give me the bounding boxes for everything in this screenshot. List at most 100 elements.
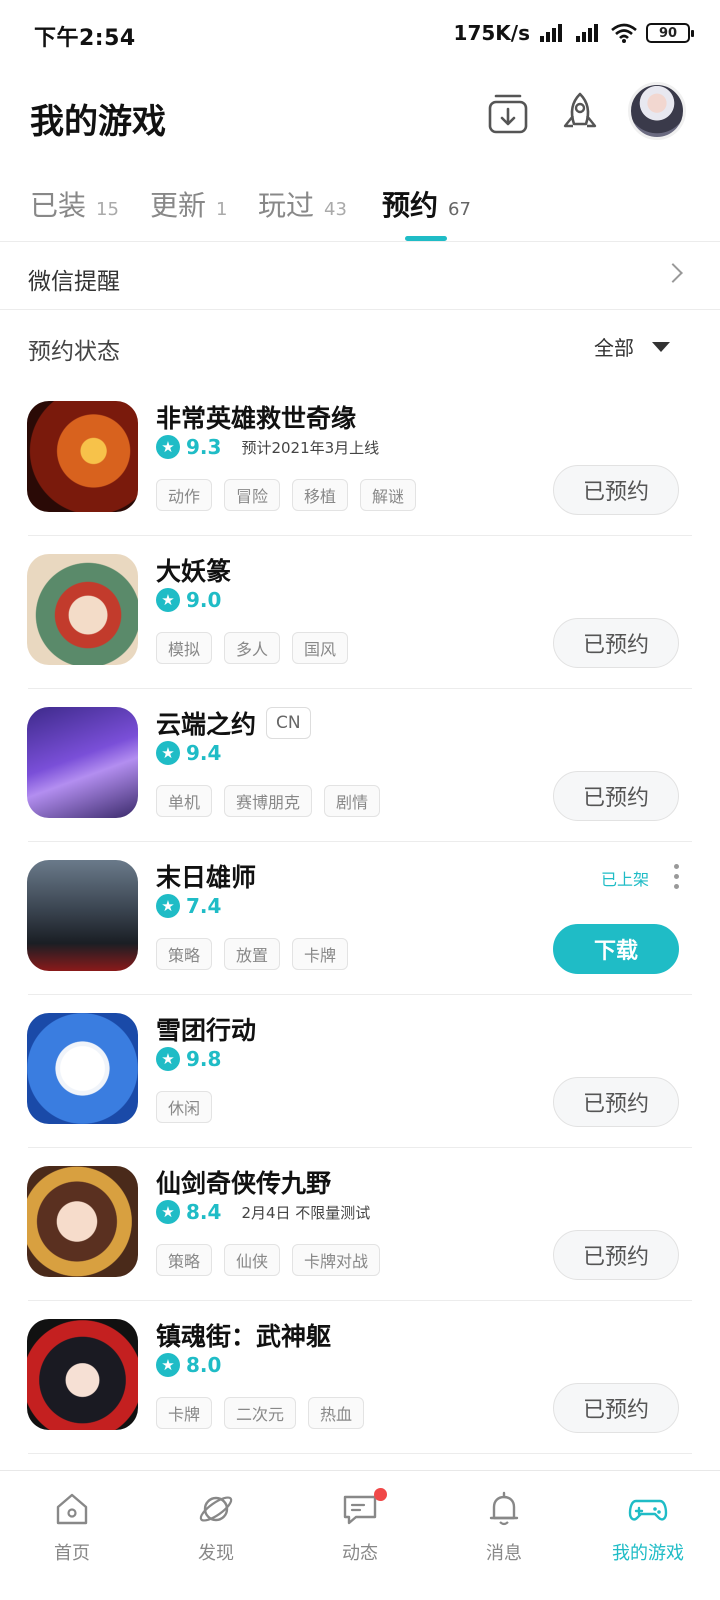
game-name: 云端之约 [156, 710, 257, 739]
list-item[interactable]: 非常英雄救世奇缘 ★ 9.3 预计2021年3月上线 动作 冒险 移植 解谜 已… [0, 383, 720, 536]
star-icon: ★ [156, 741, 180, 765]
tab-updates[interactable]: 更新 1 [150, 184, 227, 224]
tag[interactable]: 赛博朋克 [224, 785, 313, 817]
tag[interactable]: 休闲 [156, 1091, 213, 1123]
rocket-icon[interactable] [556, 90, 604, 138]
nav-item-home[interactable]: 首页 [0, 1471, 144, 1600]
nav-item-feed[interactable]: 动态 [288, 1471, 432, 1600]
score: 9.3 [186, 435, 222, 459]
status-time: 下午2:54 [34, 26, 136, 51]
reservation-status-row: 预约状态 全部 [0, 312, 720, 382]
nav-label: 发现 [198, 1543, 234, 1564]
tag-list: 卡牌 二次元 热血 [156, 1397, 365, 1429]
tab-played[interactable]: 玩过 43 [258, 184, 347, 224]
star-icon: ★ [156, 435, 180, 459]
signal-icon [540, 24, 562, 42]
tab-label: 玩过 [258, 189, 315, 222]
score: 8.0 [186, 1353, 222, 1377]
status-indicators: 175K/s 90 [453, 18, 694, 48]
reserved-button[interactable]: 已预约 [553, 771, 679, 821]
tag[interactable]: 多人 [224, 632, 281, 664]
list-item[interactable]: 大妖篆 ★ 9.0 模拟 多人 国风 已预约 [0, 536, 720, 689]
wechat-reminder-label: 微信提醒 [28, 269, 120, 295]
tag-list: 模拟 多人 国风 [156, 632, 349, 664]
score: 7.4 [186, 894, 222, 918]
tag[interactable]: 策略 [156, 938, 213, 970]
tag[interactable]: 国风 [292, 632, 349, 664]
game-icon [27, 1319, 138, 1430]
list-item[interactable]: 雪团行动 ★ 9.8 休闲 已预约 [0, 995, 720, 1148]
list-item[interactable]: 末日雄师 已上架 ★ 7.4 策略 放置 卡牌 下载 [0, 842, 720, 995]
tab-count: 43 [324, 199, 347, 220]
tab-installed[interactable]: 已装 15 [30, 184, 119, 224]
game-name: 大妖篆 [156, 557, 232, 586]
game-name: 雪团行动 [156, 1016, 257, 1045]
tab-label: 预约 [382, 189, 439, 222]
tag-list: 策略 仙侠 卡牌对战 [156, 1244, 381, 1276]
reserved-button[interactable]: 已预约 [553, 1077, 679, 1127]
reserved-button[interactable]: 已预约 [553, 1383, 679, 1433]
header: 我的游戏 [0, 80, 720, 160]
tag[interactable]: 移植 [292, 479, 349, 511]
avatar[interactable] [628, 82, 686, 140]
signal-icon [576, 24, 598, 42]
tab-reserved[interactable]: 预约 67 [382, 184, 471, 224]
chevron-right-icon [663, 263, 683, 283]
tag[interactable]: 二次元 [224, 1397, 297, 1429]
rating: ★ 8.0 [156, 1353, 221, 1377]
score: 9.8 [186, 1047, 222, 1071]
game-name: 非常英雄救世奇缘 [156, 404, 357, 433]
active-tab-indicator [405, 236, 447, 241]
download-button[interactable]: 下载 [553, 924, 679, 974]
download-box-icon[interactable] [484, 90, 532, 138]
tag[interactable]: 热血 [308, 1397, 365, 1429]
list-item[interactable]: 仙剑奇侠传九野 ★ 8.4 2月4日 不限量测试 策略 仙侠 卡牌对战 已预约 [0, 1148, 720, 1301]
tab-bar: 已装 15 更新 1 玩过 43 预约 67 [0, 172, 720, 242]
rating: ★ 9.4 [156, 741, 221, 765]
filter-value: 全部 [594, 336, 634, 360]
tag[interactable]: 模拟 [156, 632, 213, 664]
release-note: 预计2021年3月上线 [241, 438, 380, 457]
star-icon: ★ [156, 588, 180, 612]
wechat-reminder-row[interactable]: 微信提醒 [0, 244, 720, 310]
rating: ★ 7.4 [156, 894, 221, 918]
tag[interactable]: 动作 [156, 479, 213, 511]
nav-item-messages[interactable]: 消息 [432, 1471, 576, 1600]
score: 8.4 [186, 1200, 222, 1224]
tag[interactable]: 仙侠 [224, 1244, 281, 1276]
game-icon [27, 707, 138, 818]
tag[interactable]: 卡牌 [292, 938, 349, 970]
tag[interactable]: 放置 [224, 938, 281, 970]
tag[interactable]: 策略 [156, 1244, 213, 1276]
release-note: 2月4日 不限量测试 [241, 1203, 371, 1222]
launched-status: 已上架 [601, 870, 650, 889]
planet-icon [199, 1496, 233, 1522]
notification-dot [374, 1488, 387, 1501]
score: 9.4 [186, 741, 222, 765]
tag[interactable]: 卡牌对战 [292, 1244, 381, 1276]
game-icon [27, 401, 138, 512]
list-item[interactable]: 云端之约 CN ★ 9.4 单机 赛博朋克 剧情 已预约 [0, 689, 720, 842]
tag[interactable]: 单机 [156, 785, 213, 817]
reserved-button[interactable]: 已预约 [553, 618, 679, 668]
network-speed: 175K/s [453, 21, 530, 45]
tag[interactable]: 卡牌 [156, 1397, 213, 1429]
tag-list: 动作 冒险 移植 解谜 [156, 479, 417, 511]
rating: ★ 8.4 2月4日 不限量测试 [156, 1200, 370, 1224]
status-bar: 下午2:54 175K/s 90 [0, 0, 720, 68]
reserved-button[interactable]: 已预约 [553, 1230, 679, 1280]
status-filter-dropdown[interactable]: 全部 [594, 332, 670, 361]
reserved-button[interactable]: 已预约 [553, 465, 679, 515]
list-item[interactable]: 镇魂街：武神躯 ★ 8.0 卡牌 二次元 热血 已预约 [0, 1301, 720, 1454]
tag[interactable]: 冒险 [224, 479, 281, 511]
tag[interactable]: 解谜 [360, 479, 417, 511]
star-icon: ★ [156, 1200, 180, 1224]
tag[interactable]: 剧情 [324, 785, 381, 817]
more-options-icon[interactable] [674, 864, 680, 889]
game-name: 末日雄师 [156, 863, 257, 892]
score: 9.0 [186, 588, 222, 612]
rating: ★ 9.3 预计2021年3月上线 [156, 435, 379, 459]
nav-item-my-games[interactable]: 我的游戏 [576, 1471, 720, 1600]
nav-item-discover[interactable]: 发现 [144, 1471, 288, 1600]
tag-list: 单机 赛博朋克 剧情 [156, 785, 381, 817]
